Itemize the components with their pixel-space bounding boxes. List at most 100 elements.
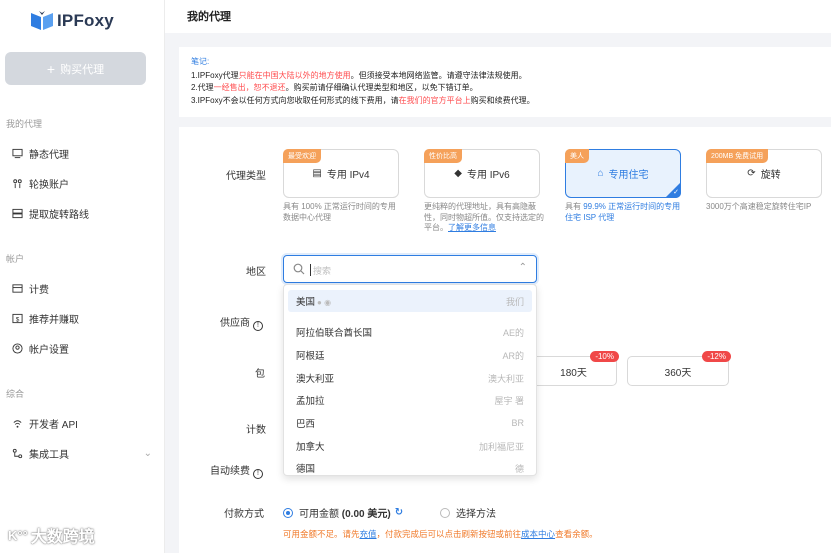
info-icon[interactable]: ! [253,469,263,479]
region-option-ar[interactable]: 阿根廷 AR的 [288,344,532,366]
sidebar-item-billing[interactable]: 计费 [12,281,152,296]
sidebar-item-label: 计费 [29,285,49,296]
region-option-br[interactable]: 巴西 BR [288,412,532,434]
proxy-type-name: 专用 IPv4 [326,170,370,181]
proxy-type-tag: 美人 [565,149,589,163]
sidebar-item-extract-route[interactable]: 提取旋转路线 [12,206,152,221]
radio-unselected[interactable] [440,507,450,518]
pay-option-balance[interactable]: 可用金额 (0.00 美元) ↻ [283,505,403,520]
proxy-type-ipv6[interactable]: 性价比高 ◆ 专用 IPv6 [424,149,540,198]
proxy-type-ipv4[interactable]: 最受欢迎 ▤ 专用 IPv4 [283,149,399,198]
region-search-input[interactable]: 搜索 ⌃ [283,255,537,283]
dollar-icon: $ [12,313,23,323]
plus-icon: + [46,60,56,77]
count-label: 计数 [246,425,266,436]
region-option-de[interactable]: 德国德 [288,457,532,476]
notice-title: 笔记: [191,57,210,66]
discount-badge: -10% [590,351,619,362]
sidebar-item-account-settings[interactable]: 帐户设置 [12,341,152,356]
pay-option-other[interactable]: 选择方法 [440,505,496,520]
sidebar: IPFoxy + 购买代理 我的代理 静态代理 轮换账户 提取旋转路线 帐户 计… [0,0,165,553]
package-label: 包 [255,369,265,380]
proxy-type-desc: 具有 99.9% 正常运行时间的专用住宅 ISP 代理 [565,202,681,222]
proxy-type-name: 旋转 [760,170,781,181]
radio-selected[interactable] [283,507,293,518]
user-settings-icon [12,343,23,354]
monitor-icon [12,148,23,159]
sidebar-item-integration-tools[interactable]: 集成工具 ⌄ [12,446,152,461]
home-icon: ⌂ [597,168,604,179]
users-icon [13,179,22,189]
learn-more-link[interactable]: 了解更多信息 [448,223,496,232]
period-label: 180天 [560,367,587,379]
region-label: 地区 [246,267,266,278]
cost-center-link[interactable]: 成本中心 [521,529,555,539]
graduation-icon: ◆ [454,168,462,179]
notice-line-2: 2.代理一经售出，恕不退还。购买前请仔细确认代理类型和地区，以免下错订单。 [191,83,478,92]
section-title-proxy: 我的代理 [6,119,43,129]
sidebar-item-label: 集成工具 [29,450,69,461]
region-option-ae[interactable]: 阿拉伯联合酋长国 AE的 [288,321,532,343]
sidebar-item-label: 提取旋转路线 [29,210,89,221]
notice-line-3: 3.IPFoxy不会以任何方式向您收取任何形式的线下费用，请在我们的官方平台上购… [191,95,535,105]
flag-icon: ● ◉ [317,298,332,307]
sidebar-item-referral[interactable]: $ 推荐并赚取 [12,311,152,326]
sidebar-item-label: 推荐并赚取 [29,315,79,326]
period-360-days[interactable]: 360天 -12% [627,351,731,386]
region-option-ca[interactable]: 加拿大 加利福尼亚 [288,435,532,457]
region-option-bd[interactable]: 孟加拉 屋宇 署 [288,389,532,411]
notice-box: 笔记: 1.IPFoxy代理只能在中国大陆以外的地方使用。但须接受本地网络监管。… [179,47,831,117]
proxy-type-residential[interactable]: 美人 ⌂ 专用住宅 ✓ [565,149,681,198]
proxy-type-tag: 性价比高 [424,149,462,163]
proxy-type-rotating[interactable]: 200MB 免费试用 ⟳ 旋转 [706,149,822,198]
region-option-us[interactable]: 美国 ● ◉ 我们 [288,290,532,312]
recharge-link[interactable]: 充值 [360,529,377,539]
discount-badge: -12% [702,351,731,362]
proxy-type-tag: 最受欢迎 [283,149,321,163]
period-label: 360天 [664,367,692,379]
page-header: 我的代理 [165,0,831,33]
chevron-down-icon: ⌄ [143,448,152,459]
buy-proxy-button[interactable]: + 购买代理 [5,52,146,85]
brand-name: IPFoxy [57,11,114,30]
section-title-general: 综合 [6,389,25,399]
integration-icon [12,448,23,459]
info-icon[interactable]: ! [253,321,263,331]
supplier-label: 供应商! [220,314,263,331]
watermark: K°° 大数跨境 [8,527,95,547]
notice-line-1: 1.IPFoxy代理只能在中国大陆以外的地方使用。但须接受本地网络监管。请遵守法… [191,70,527,80]
payment-method-label: 付款方式 [224,509,264,520]
logo[interactable]: IPFoxy [30,10,114,32]
page-title: 我的代理 [187,11,231,23]
proxy-type-tag: 200MB 免费试用 [706,149,769,163]
region-dropdown: 美国 ● ◉ 我们 阿拉伯联合酋长国 AE的 阿根廷 AR的 澳大利亚 澳大利亚 孟加拉… [283,284,537,476]
proxy-type-name: 专用 IPv6 [466,170,510,181]
sidebar-item-label: 开发者 API [29,420,78,431]
sidebar-item-label: 帐户设置 [29,345,69,356]
rotate-icon: ⟳ [747,168,756,179]
server-icon [12,208,23,219]
billing-icon [12,284,23,293]
text-cursor [310,264,311,276]
auto-renew-label: 自动续费! [210,462,263,479]
region-option-au[interactable]: 澳大利亚 澳大利亚 [288,367,532,389]
api-icon [13,420,22,428]
chevron-up-icon[interactable]: ⌃ [519,262,527,273]
sidebar-item-rotating-account[interactable]: 轮换账户 [12,176,152,191]
payment-warning: 可用金额不足。请先充值，付款完成后可以点击刷新按钮或前往成本中心查看余额。 [283,529,598,539]
refresh-icon[interactable]: ↻ [395,507,403,518]
proxy-type-desc: 3000万个高速稳定旋转住宅IP [706,202,812,211]
sidebar-item-static-proxy[interactable]: 静态代理 [12,146,152,161]
sidebar-item-label: 静态代理 [29,150,69,161]
watermark-logo-icon: K°° [8,527,28,543]
section-title-account: 帐户 [6,254,25,264]
server-icon: ▤ [312,168,322,179]
sidebar-item-developer-api[interactable]: 开发者 API [12,416,152,431]
region-placeholder: 搜索 [313,266,332,276]
proxy-type-name: 专用住宅 [608,170,649,181]
proxy-type-desc: 具有 100% 正常运行时间的专用数据中心代理 [283,202,396,222]
search-icon [293,263,305,275]
proxy-type-label: 代理类型 [226,171,266,182]
svg-text:$: $ [16,316,20,323]
check-icon: ✓ [673,189,679,196]
